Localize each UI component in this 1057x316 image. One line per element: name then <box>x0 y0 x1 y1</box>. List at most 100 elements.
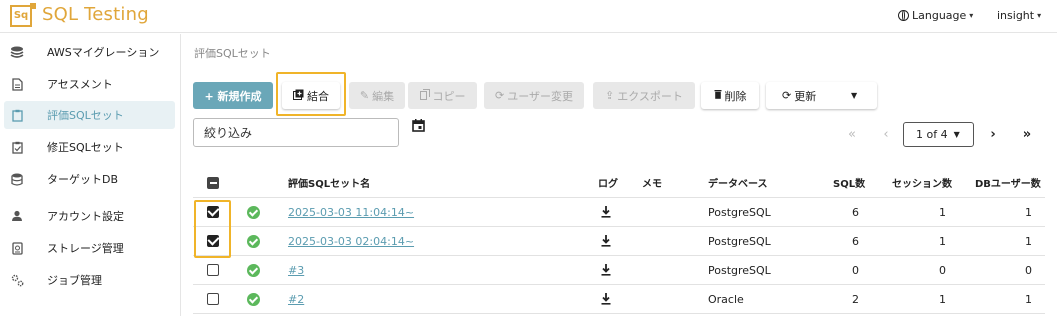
sidebar-item-target-db[interactable]: ターゲットDB <box>4 165 175 193</box>
filter-input[interactable]: 絞り込み <box>193 118 399 147</box>
chevron-down-icon: ▾ <box>969 11 974 20</box>
check-circle-icon <box>247 292 260 306</box>
row-checkbox[interactable] <box>207 285 219 313</box>
export-button[interactable]: ⇪ エクスポート <box>593 82 695 109</box>
edit-button[interactable]: ✎ 編集 <box>349 82 405 109</box>
sql-set-name-link[interactable]: 2025-03-03 11:04:14~ <box>288 198 414 226</box>
table-row[interactable]: 2025-03-03 02:04:14~ PostgreSQL 6 1 1 <box>193 227 1045 256</box>
database-stack-icon <box>10 45 24 59</box>
page-select[interactable]: 1 of 4 ▼ <box>903 122 974 147</box>
select-all-checkbox[interactable] <box>207 168 219 197</box>
last-page-button[interactable]: » <box>1017 122 1037 147</box>
refresh-button-label: 更新 <box>794 89 817 103</box>
db-user-count-value: 1 <box>1025 234 1032 248</box>
header-session-count[interactable]: セッション数 <box>892 168 952 197</box>
header-name[interactable]: 評価SQLセット名 <box>288 168 370 197</box>
header-database[interactable]: データベース <box>708 168 768 197</box>
app-header: Sq SQL Testing Language ▾ insight ▾ <box>0 0 1057 33</box>
sidebar-item-label: ジョブ管理 <box>47 274 102 287</box>
app-title: SQL Testing <box>42 4 149 25</box>
table-header-row: 評価SQLセット名 ログ メモ データベース SQL数 セッション数 DBユーザ… <box>193 168 1045 198</box>
status-ok-icon <box>247 198 260 226</box>
merge-highlight-frame <box>276 72 346 116</box>
next-page-button[interactable]: › <box>984 122 1002 147</box>
sql-set-name-link[interactable]: 2025-03-03 02:04:14~ <box>288 227 414 255</box>
sidebar: AWSマイグレーション アセスメント 評価SQLセット 修正SQLセット ターゲ… <box>0 34 181 316</box>
download-icon[interactable] <box>601 285 611 313</box>
clipboard-check-icon <box>10 140 24 154</box>
chevron-down-icon[interactable]: ▼ <box>851 91 857 100</box>
calendar-icon[interactable] <box>412 119 425 132</box>
session-count-value: 1 <box>939 292 946 306</box>
sidebar-item-account-settings[interactable]: アカウント設定 <box>4 202 175 230</box>
new-button-label: + 新規作成 <box>204 89 262 103</box>
new-button[interactable]: + 新規作成 <box>193 82 273 109</box>
db-user-count-value: 1 <box>1025 292 1032 306</box>
sidebar-item-label: アセスメント <box>47 78 113 91</box>
sql-set-name-link[interactable]: #2 <box>288 285 304 313</box>
storage-icon <box>10 241 24 255</box>
pencil-icon: ✎ <box>359 89 370 102</box>
breadcrumb: 評価SQLセット <box>194 47 271 60</box>
check-circle-icon <box>247 205 260 219</box>
sql-count-value: 6 <box>852 205 859 219</box>
chevron-down-icon: ▾ <box>1037 11 1042 20</box>
app-logo: Sq <box>10 5 32 27</box>
status-ok-icon <box>247 256 260 284</box>
sidebar-item-label: アカウント設定 <box>47 210 124 223</box>
table-row[interactable]: #3 PostgreSQL 0 0 0 <box>193 256 1045 285</box>
prev-page-button[interactable]: ‹ <box>877 122 895 147</box>
db-user-count-value: 1 <box>1025 205 1032 219</box>
copy-button[interactable]: コピー <box>408 82 477 109</box>
header-db-user-count[interactable]: DBユーザー数 <box>975 168 1041 197</box>
sidebar-item-evaluation-sql-set[interactable]: 評価SQLセット <box>4 101 175 129</box>
download-icon[interactable] <box>601 198 611 226</box>
sidebar-item-label: 評価SQLセット <box>47 109 124 122</box>
person-icon <box>10 209 24 223</box>
sidebar-item-storage[interactable]: ストレージ管理 <box>4 234 175 262</box>
row-checkbox[interactable] <box>207 256 219 284</box>
database-value: PostgreSQL <box>708 234 771 248</box>
database-value: Oracle <box>708 292 744 306</box>
user-menu[interactable]: insight ▾ <box>997 9 1041 22</box>
delete-button[interactable]: 削除 <box>701 82 759 109</box>
table-row[interactable]: #2 Oracle 2 1 1 <box>193 285 1045 314</box>
download-icon[interactable] <box>601 256 611 284</box>
user-change-button[interactable]: ⟳ ユーザー変更 <box>484 82 584 109</box>
check-circle-icon <box>247 234 260 248</box>
sidebar-item-assessment[interactable]: アセスメント <box>4 70 175 98</box>
copy-button-label: コピー <box>432 89 466 103</box>
page-label: 1 of 4 <box>916 128 948 141</box>
edit-button-label: 編集 <box>372 89 395 103</box>
checkbox-highlight-frame <box>194 200 231 258</box>
sql-set-name-link[interactable]: #3 <box>288 256 304 284</box>
database-value: PostgreSQL <box>708 205 771 219</box>
delete-button-label: 削除 <box>724 89 747 103</box>
sidebar-item-aws-migration[interactable]: AWSマイグレーション <box>4 38 175 66</box>
status-ok-icon <box>247 227 260 255</box>
status-ok-icon <box>247 285 260 313</box>
table-row[interactable]: 2025-03-03 11:04:14~ PostgreSQL 6 1 1 <box>193 198 1045 227</box>
refresh-button[interactable]: ⟳ 更新 ▼ <box>766 82 877 109</box>
indeterminate-checkbox-icon <box>207 176 219 189</box>
first-page-button[interactable]: « <box>842 122 862 147</box>
header-log[interactable]: ログ <box>598 168 618 197</box>
gears-icon <box>10 273 24 287</box>
user-switch-icon: ⟳ <box>495 89 505 102</box>
check-circle-icon <box>247 263 260 277</box>
sql-count-value: 0 <box>852 263 859 277</box>
header-memo[interactable]: メモ <box>642 168 662 197</box>
header-sql-count[interactable]: SQL数 <box>833 168 865 197</box>
database-icon <box>10 172 24 186</box>
sql-count-value: 6 <box>852 234 859 248</box>
copy-icon <box>419 88 430 103</box>
logo-accent <box>30 3 36 9</box>
sidebar-item-fixed-sql-set[interactable]: 修正SQLセット <box>4 133 175 161</box>
sidebar-item-job-management[interactable]: ジョブ管理 <box>4 266 175 294</box>
upload-icon: ⇪ <box>605 89 615 102</box>
sidebar-item-label: ターゲットDB <box>47 173 119 186</box>
language-menu[interactable]: Language ▾ <box>898 9 973 22</box>
download-icon[interactable] <box>601 227 611 255</box>
session-count-value: 1 <box>939 234 946 248</box>
db-user-count-value: 0 <box>1025 263 1032 277</box>
